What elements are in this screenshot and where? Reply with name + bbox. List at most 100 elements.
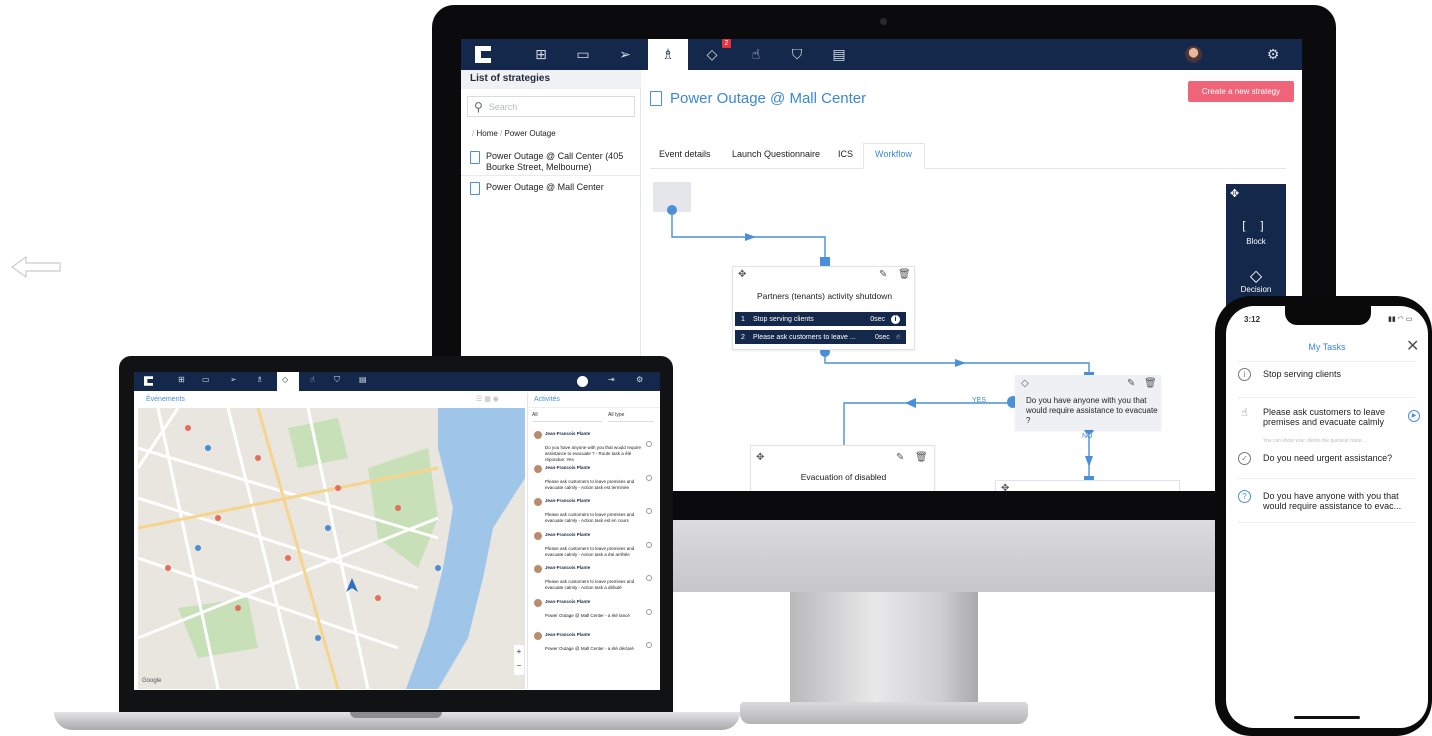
info-icon[interactable]: [577, 376, 588, 387]
gear-icon[interactable]: ⚙: [1263, 45, 1283, 65]
play-icon[interactable]: ▶: [1408, 410, 1420, 422]
task-hint: You can show your clients the quickest r…: [1263, 438, 1366, 444]
activity-item[interactable]: Jean-Francois Plante Please ask customers…: [534, 565, 654, 595]
activity-text: Please ask customers to leave premises a…: [545, 579, 635, 590]
list-view-icon[interactable]: ☰ ▦ ◉: [476, 395, 499, 403]
decision-tool[interactable]: ◇ Decision: [1226, 266, 1286, 294]
activity-item[interactable]: Jean-Francois Plante Do you have anyone w…: [534, 431, 654, 462]
move-handle-icon[interactable]: ✥: [738, 269, 746, 280]
shield-icon[interactable]: ⛉: [334, 375, 340, 385]
hand-icon[interactable]: ☝: [746, 45, 766, 65]
divider: [1238, 478, 1416, 479]
decision-diamond-icon: ◇: [1249, 266, 1263, 285]
events-map[interactable]: Événements ☰ ▦ ◉ + − Google: [138, 393, 525, 689]
events-diamond-icon[interactable]: ◇: [282, 375, 288, 384]
workflow-block-node[interactable]: ✥ ✎ 🗑 Partners (tenants) activity shutdo…: [732, 266, 915, 350]
folder-icon[interactable]: ▭: [573, 45, 593, 65]
activity-status-icon: [646, 508, 652, 514]
strategy-chess-icon[interactable]: ♗: [256, 375, 263, 384]
workflow-block-node[interactable]: ✥: [995, 480, 1180, 491]
create-strategy-button[interactable]: Create a new strategy: [1188, 81, 1294, 102]
report-icon[interactable]: ▤: [829, 45, 849, 65]
status-icons: ▮▮ ◠ ▭: [1388, 316, 1413, 323]
divider: [1238, 522, 1416, 523]
move-handle-icon[interactable]: ✥: [1001, 483, 1009, 491]
send-plane-icon[interactable]: ➢: [230, 375, 237, 384]
logout-icon[interactable]: ⇥: [608, 375, 615, 384]
move-handle-icon[interactable]: ✥: [756, 452, 764, 463]
task-text: Do you need urgent assistance?: [1263, 453, 1393, 463]
sidebar-header: List of strategies: [461, 70, 641, 89]
shield-icon[interactable]: ⛉: [787, 45, 807, 65]
report-icon[interactable]: ▤: [359, 375, 367, 384]
type-select[interactable]: All type: [608, 412, 654, 422]
brand-logo-icon[interactable]: [144, 376, 153, 386]
tab-event-details[interactable]: Event details: [659, 149, 711, 169]
task-number: 1: [741, 315, 745, 323]
activities-panel: Activités All All type Jean-Francois Pla…: [527, 393, 660, 689]
desktop-monitor-base: [740, 702, 1028, 724]
activity-item[interactable]: Jean-Francois Plante Please ask customers…: [534, 498, 654, 528]
node-task-row[interactable]: 1 Stop serving clients 0sec i: [735, 312, 906, 326]
map-header: Événements ☰ ▦ ◉: [138, 393, 525, 408]
desktop-monitor-stand: [790, 592, 978, 704]
activity-item[interactable]: Jean-Francois Plante Power Outage @ Mall …: [534, 632, 654, 662]
edit-icon[interactable]: ✎: [1127, 378, 1135, 389]
activity-item[interactable]: Jean-Francois Plante Power Outage @ Mall …: [534, 598, 654, 629]
map-header-label: Événements: [146, 396, 185, 403]
move-handle-icon[interactable]: ✥: [1230, 187, 1239, 200]
brand-logo-icon[interactable]: [475, 46, 491, 63]
task-time: 0sec: [870, 315, 885, 323]
zoom-control[interactable]: + −: [514, 645, 524, 675]
strategy-item[interactable]: Power Outage @ Mall Center: [470, 182, 604, 195]
edit-icon[interactable]: ✎: [879, 269, 887, 280]
breadcrumb-home[interactable]: Home: [476, 129, 497, 138]
activity-author: Jean-Francois Plante: [545, 598, 591, 604]
strategy-item[interactable]: Power Outage @ Call Center (405 Bourke St…: [470, 151, 623, 173]
info-icon[interactable]: i: [891, 314, 900, 324]
gear-icon[interactable]: ⚙: [636, 375, 643, 384]
close-icon[interactable]: ✕: [1406, 336, 1419, 355]
decision-diamond-icon: ◇: [1021, 378, 1029, 389]
trash-icon[interactable]: 🗑: [915, 452, 928, 463]
top-nav: ⊞ ▭ ➢ ♗ ◇ 2 ☝ ⛉ ▤ ⚙: [461, 39, 1302, 70]
dashboard-grid-icon[interactable]: ⊞: [178, 375, 185, 384]
node-title: Evacuation of disabled: [800, 472, 887, 482]
block-tool[interactable]: [ ] Block: [1226, 220, 1286, 246]
activity-item[interactable]: Jean-Francois Plante Please ask customers…: [534, 464, 654, 495]
events-diamond-icon[interactable]: ◇: [702, 45, 722, 65]
phone-screen: 3:12 ▮▮ ◠ ▭ My Tasks ✕ i Stop serving cl…: [1226, 306, 1428, 728]
activity-item[interactable]: Jean-Francois Plante Please ask customers…: [534, 531, 654, 562]
strategy-chess-icon[interactable]: ♗: [658, 45, 678, 65]
node-task-row[interactable]: 2 Please ask customers to leave ... 0sec…: [735, 330, 906, 344]
send-plane-icon[interactable]: ➢: [615, 45, 635, 65]
tab-workflow[interactable]: Workflow: [875, 149, 912, 169]
dashboard-grid-icon[interactable]: ⊞: [531, 45, 551, 65]
document-icon: [650, 91, 662, 106]
trash-icon[interactable]: 🗑: [1144, 378, 1157, 389]
trash-icon[interactable]: 🗑: [898, 269, 911, 280]
hand-icon[interactable]: ☝: [896, 333, 900, 341]
type-select-value: All type: [608, 412, 625, 418]
folder-icon[interactable]: ▭: [202, 375, 210, 384]
hand-icon[interactable]: ☝: [310, 375, 315, 384]
activity-author: Jean-Francois Plante: [545, 464, 591, 470]
divider: [1238, 361, 1416, 362]
document-icon: [470, 182, 480, 195]
tab-launch-questionnaire[interactable]: Launch Questionnaire: [732, 149, 820, 169]
workflow-decision-node[interactable]: ◇ ✎ 🗑 Do you have anyone with you that w…: [1015, 375, 1161, 430]
avatar: [534, 464, 542, 473]
avatar[interactable]: [1185, 46, 1202, 63]
laptop-screen: ⊞ ▭ ➢ ♗ ◇ ☝ ⛉ ▤ ⇥ ⚙ Événements ☰ ▦ ◉ + −…: [134, 372, 660, 690]
search-input[interactable]: ⚲ Search: [467, 96, 635, 117]
activity-text: Power Outage @ Mall Center - a été lancé: [545, 612, 630, 618]
activity-author: Jean-Francois Plante: [545, 498, 591, 503]
tab-ics[interactable]: ICS: [838, 149, 853, 169]
filter-select[interactable]: All: [532, 412, 602, 422]
strategy-item-label: Bourke Street, Melbourne): [486, 162, 592, 172]
edit-icon[interactable]: ✎: [896, 452, 904, 463]
task-time: 0sec: [874, 333, 890, 341]
back-arrow-icon[interactable]: [10, 255, 62, 279]
workflow-block-node[interactable]: ✥ ✎ 🗑 Evacuation of disabled: [750, 445, 935, 491]
breadcrumb-current[interactable]: Power Outage: [505, 129, 556, 138]
